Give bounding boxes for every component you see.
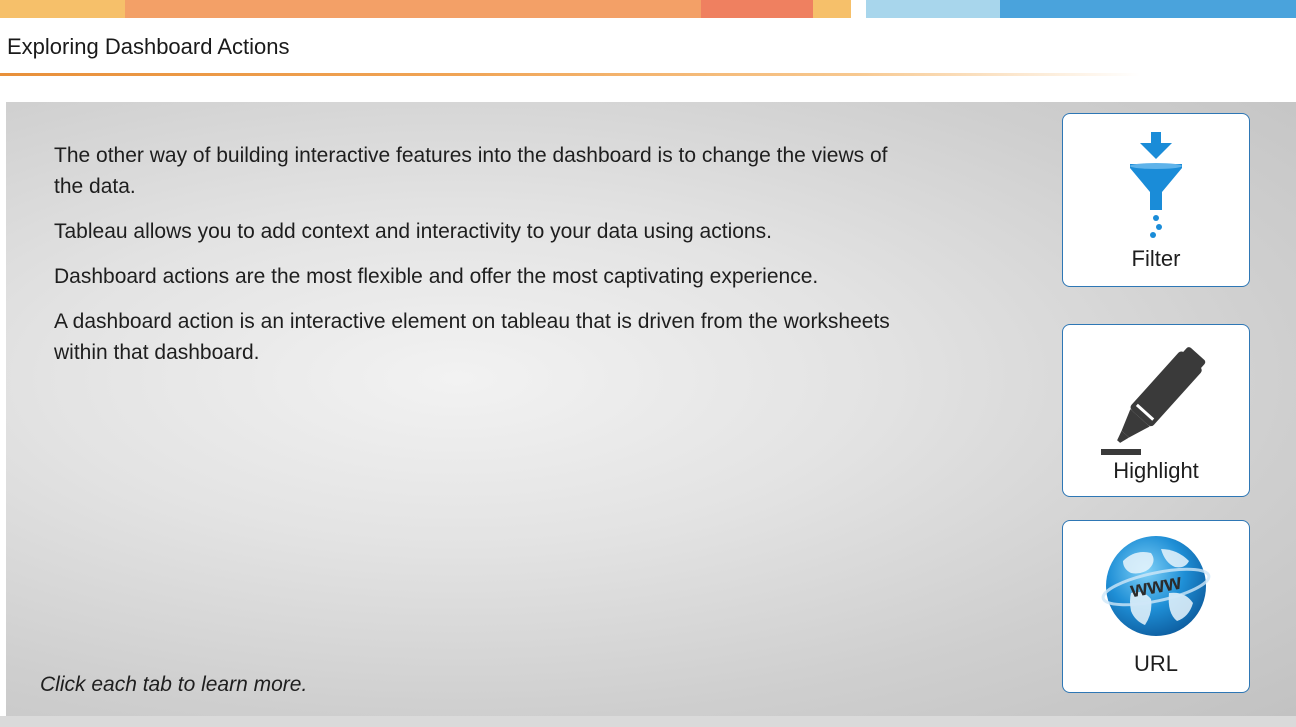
- stripe-segment: [125, 0, 701, 18]
- globe-www-icon: www: [1101, 536, 1211, 636]
- bottom-bar: [0, 716, 1296, 727]
- stripe-segment: [813, 0, 851, 18]
- stripe-segment: [1000, 0, 1296, 18]
- paragraph: A dashboard action is an interactive ele…: [54, 310, 890, 364]
- title-bar: Exploring Dashboard Actions: [0, 22, 1296, 80]
- paragraph: Tableau allows you to add context and in…: [54, 220, 772, 243]
- page-title: Exploring Dashboard Actions: [7, 34, 290, 59]
- stripe-segment: [701, 0, 813, 18]
- tab-url[interactable]: www URL: [1062, 520, 1250, 693]
- stripe-segment: [866, 0, 1000, 18]
- top-color-stripe: [0, 0, 1296, 18]
- body-text: The other way of building interactive fe…: [54, 140, 914, 382]
- tab-label: Filter: [1131, 246, 1181, 271]
- highlighter-pen-icon: [1101, 347, 1206, 455]
- title-underline: [0, 73, 1140, 76]
- instruction-hint: Click each tab to learn more.: [40, 673, 308, 696]
- stripe-segment: [0, 0, 125, 18]
- funnel-filter-icon: [1130, 132, 1182, 238]
- paragraph: The other way of building interactive fe…: [54, 144, 888, 198]
- tab-label: Highlight: [1113, 458, 1199, 483]
- paragraph: Dashboard actions are the most flexible …: [54, 265, 819, 288]
- slide-page: Exploring Dashboard Actions The other wa…: [0, 0, 1296, 727]
- tab-filter[interactable]: Filter: [1062, 113, 1250, 287]
- tab-highlight[interactable]: Highlight: [1062, 324, 1250, 497]
- tab-label: URL: [1133, 651, 1178, 676]
